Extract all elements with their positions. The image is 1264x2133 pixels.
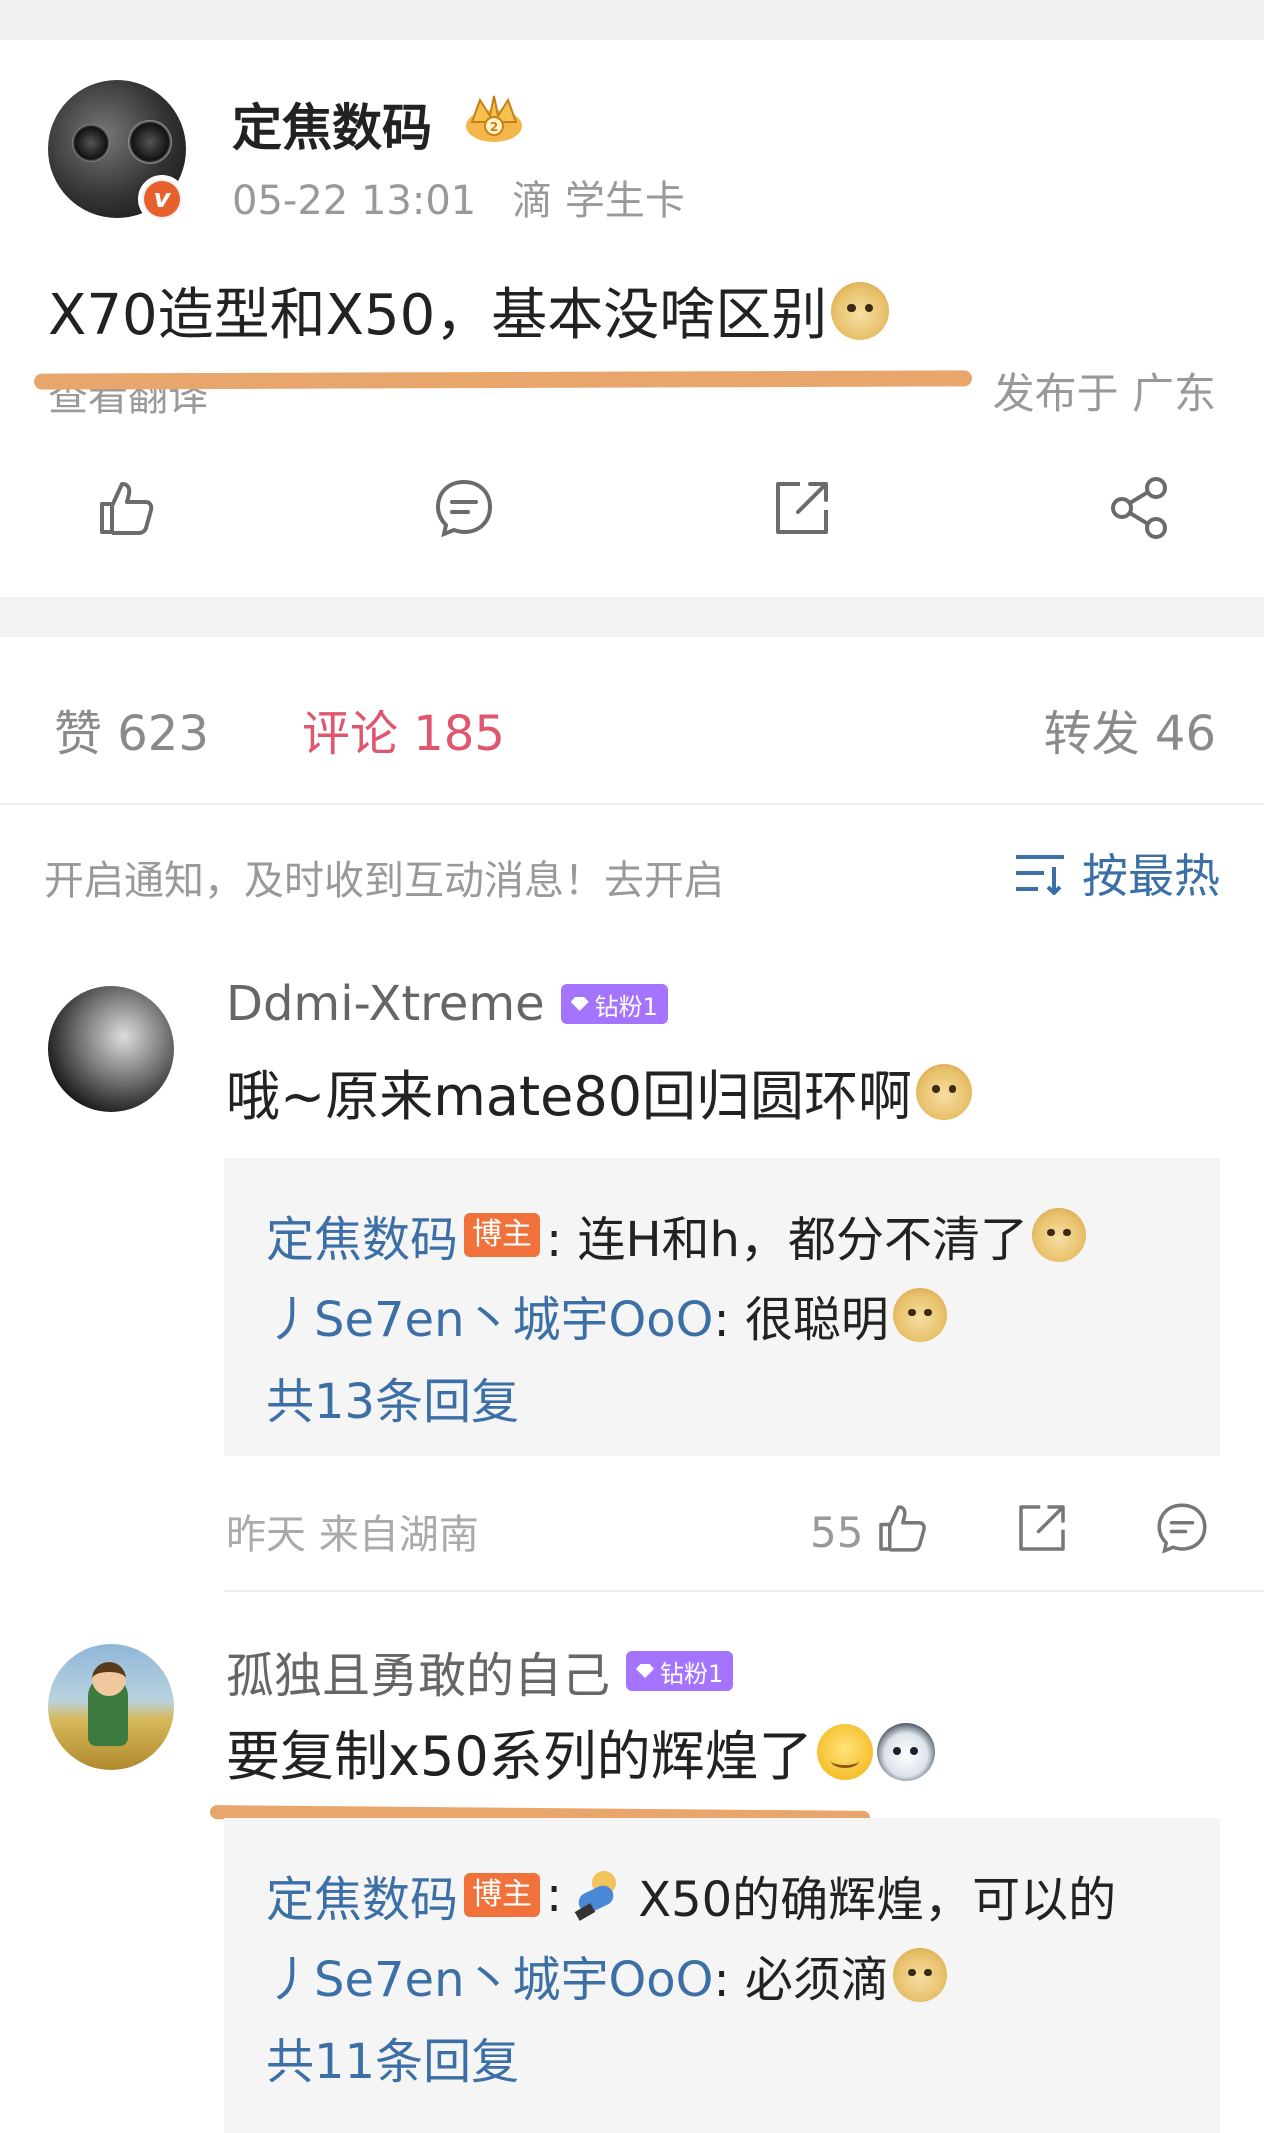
comment-icon (435, 479, 493, 538)
reply-count-link[interactable]: 共11条回复 (266, 2022, 519, 2092)
tab-comments[interactable]: 评论 185 (302, 694, 505, 764)
post-location: 发布于 广东 (992, 369, 1216, 418)
comment-icon (1157, 1503, 1207, 1554)
figure-emoji-icon (570, 1865, 630, 1925)
diamond-icon (636, 1664, 655, 1678)
comment-like-button[interactable] (874, 1500, 930, 1556)
comment-divider (224, 1590, 1264, 1592)
reply-line: 丿Se7en丶城宇OoO : 必须滴 (266, 1940, 947, 2010)
reply-line: 定焦数码 博主 : 连H和h，都分不清了 (266, 1200, 1086, 1270)
reply-text: : 必须滴 (713, 1952, 889, 2008)
post-source: 滴 学生卡 (512, 178, 685, 224)
repost-button[interactable] (770, 476, 834, 540)
reply-user[interactable]: 定焦数码 (266, 1860, 458, 1930)
reply-line: 丿Se7en丶城宇OoO : 很聪明 (266, 1280, 947, 1350)
doge-emoji-icon (892, 1288, 947, 1342)
post-text: X70造型和X50，基本没啥区别 (48, 283, 828, 348)
comment-text-content: 要复制x50系列的辉煌了 (226, 1725, 813, 1788)
comment-text: 哦~原来mate80回归圆环啊 (226, 1052, 973, 1131)
avatar-figure-head (92, 1662, 126, 1696)
reply-box[interactable]: 定焦数码 博主 : 连H和h，都分不清了 丿Se7en丶城宇OoO : 很聪明 … (224, 1158, 1220, 1456)
commenter-name[interactable]: Ddmi-Xtreme 钻粉1 (226, 976, 668, 1032)
reply-box[interactable]: 定焦数码 博主 : X50的确辉煌，可以的 丿Se7en丶城宇OoO : 必须滴… (224, 1818, 1220, 2133)
like-icon (879, 1505, 926, 1552)
verified-badge-icon: v (138, 175, 186, 223)
author-name[interactable]: 定焦数码 (232, 88, 432, 160)
reply-text: X50的确辉煌，可以的 (638, 1872, 1117, 1928)
fan-badge-label: 钻粉1 (660, 1659, 724, 1688)
commenter-name-text: 孤独且勇敢的自己 (226, 1648, 611, 1704)
post-meta: 05-22 13:01 滴 学生卡 (232, 168, 685, 226)
fan-badge: 钻粉1 (560, 984, 668, 1024)
repost-icon (1019, 1505, 1065, 1551)
reply-user[interactable]: 丿Se7en丶城宇OoO (266, 1940, 713, 2010)
like-button[interactable] (94, 476, 158, 540)
tab-likes[interactable]: 赞 623 (54, 694, 209, 764)
tab-reposts[interactable]: 转发 46 (1044, 694, 1216, 764)
share-icon (1111, 477, 1167, 539)
comment-button[interactable] (432, 476, 496, 540)
diamond-icon (570, 997, 589, 1011)
host-badge: 博主 (464, 1213, 541, 1257)
sort-label: 按最热 (1082, 849, 1220, 903)
top-strip (0, 0, 1264, 40)
reply-text: : 连H和h，都分不清了 (546, 1212, 1028, 1268)
reply-user[interactable]: 丿Se7en丶城宇OoO (266, 1280, 713, 1350)
highlight-underline (33, 370, 973, 390)
repost-icon (776, 482, 828, 534)
crown-badge-icon: 2 (466, 95, 522, 142)
comment-reply-button[interactable] (1154, 1500, 1210, 1556)
stats-divider (0, 803, 1264, 805)
post-time: 05-22 13:01 (232, 178, 477, 224)
reply-line: 定焦数码 博主 : X50的确辉煌，可以的 (266, 1860, 1116, 1930)
doge-emoji-icon (831, 281, 890, 340)
reply-count-link[interactable]: 共13条回复 (266, 1362, 519, 1432)
comment-text-content: 哦~原来mate80回归圆环啊 (226, 1065, 913, 1128)
commenter-avatar[interactable] (48, 1644, 174, 1770)
commenter-avatar[interactable] (48, 986, 174, 1112)
camera-lens-right (128, 120, 172, 164)
fan-badge: 钻粉1 (626, 1651, 734, 1691)
notify-banner[interactable]: 开启通知，及时收到互动消息！去开启 (44, 848, 724, 906)
camera-lens-left (72, 124, 110, 162)
share-button[interactable] (1108, 476, 1172, 540)
reply-text: : 很聪明 (713, 1292, 889, 1348)
reply-colon: : (546, 1867, 563, 1923)
doge-emoji-icon (916, 1063, 973, 1120)
host-badge: 博主 (464, 1873, 541, 1917)
comment-text: 要复制x50系列的辉煌了 (226, 1712, 935, 1791)
commenter-name-text: Ddmi-Xtreme (226, 976, 545, 1032)
post-body: X70造型和X50，基本没啥区别 (48, 270, 890, 351)
smile-emoji-icon (816, 1723, 873, 1780)
like-icon (100, 482, 154, 535)
comment-meta: 昨天 来自湖南 (226, 1512, 479, 1558)
reply-user[interactable]: 定焦数码 (266, 1200, 458, 1270)
comment-like-count: 55 (810, 1508, 864, 1557)
svg-text:2: 2 (490, 120, 498, 134)
husky-emoji-icon (876, 1722, 935, 1781)
sort-button[interactable]: 按最热 (1014, 840, 1220, 906)
fan-badge-label: 钻粉1 (594, 992, 658, 1021)
section-gap (0, 597, 1264, 637)
commenter-name[interactable]: 孤独且勇敢的自己 钻粉1 (226, 1636, 734, 1706)
comment-repost-button[interactable] (1014, 1500, 1070, 1556)
doge-emoji-icon (892, 1948, 947, 2002)
sort-icon (1016, 855, 1064, 895)
doge-emoji-icon (1031, 1208, 1086, 1262)
